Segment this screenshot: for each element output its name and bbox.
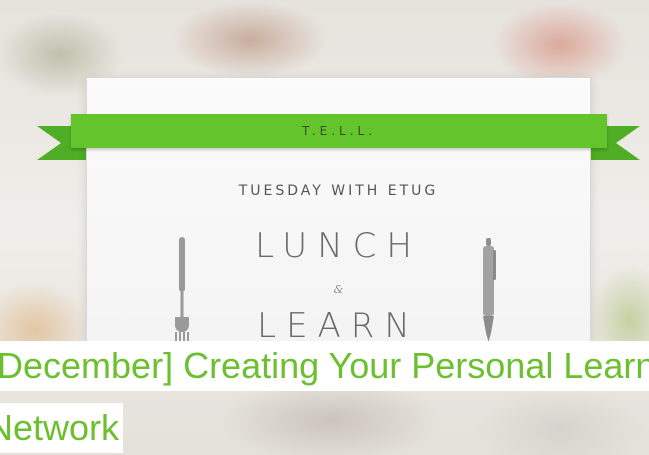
post-title-line-1[interactable]: [December] Creating Your Personal Learni… [0, 341, 649, 391]
fork-icon [175, 237, 189, 347]
hero-ampersand: & [333, 283, 344, 296]
hero-word-lunch: LUNCH [255, 226, 422, 266]
hero-word-learn: LEARN [257, 306, 420, 346]
ribbon-banner: T.E.L.L. [71, 114, 607, 148]
pen-icon [483, 238, 496, 342]
ribbon-text: T.E.L.L. [301, 124, 377, 138]
post-title-line-2[interactable]: Network [0, 403, 124, 453]
hero-subtitle: TUESDAY WITH ETUG [238, 183, 439, 199]
